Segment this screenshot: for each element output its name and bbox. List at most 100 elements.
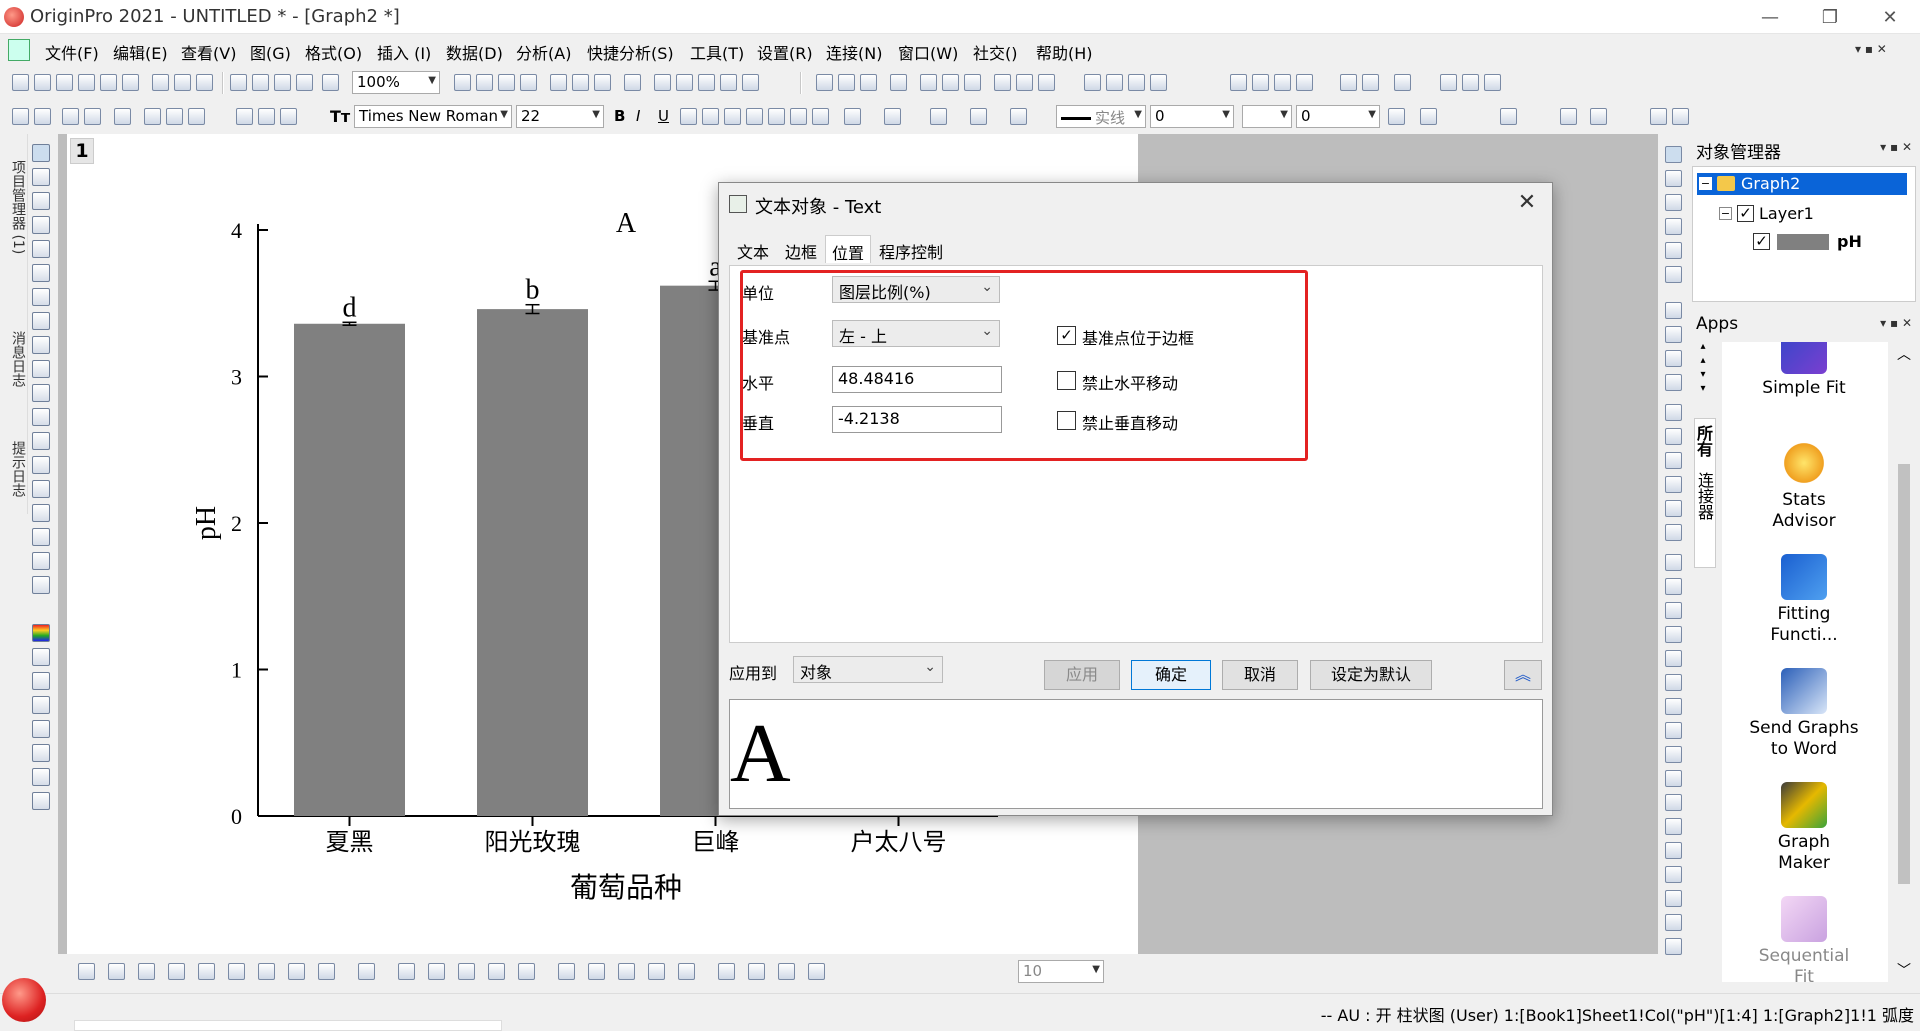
menu-file[interactable]: 文件(F): [45, 40, 99, 64]
export-icon[interactable]: [476, 74, 493, 91]
x-tick-label[interactable]: 巨峰: [692, 829, 740, 856]
set-column-values-icon[interactable]: [838, 74, 855, 91]
add-layer-icon[interactable]: [114, 108, 131, 125]
tab-text[interactable]: 文本: [731, 235, 775, 263]
set-error-icon[interactable]: [1150, 74, 1167, 91]
new-workbook-icon[interactable]: [34, 74, 51, 91]
data-reader-icon[interactable]: [676, 74, 693, 91]
insert-graph-icon[interactable]: [32, 504, 50, 522]
line-symbol-plot-icon[interactable]: [138, 963, 155, 980]
box-chart-icon[interactable]: [198, 963, 215, 980]
apply-to-select[interactable]: 对象 ⌄: [793, 656, 943, 683]
new-excel-icon[interactable]: [56, 74, 73, 91]
set-default-button[interactable]: 设定为默认: [1310, 660, 1432, 690]
zoom-combo[interactable]: 100% ▼: [352, 71, 440, 94]
greek-icon[interactable]: [746, 108, 763, 125]
new-graph-icon[interactable]: [78, 74, 95, 91]
save-template-icon[interactable]: [296, 74, 313, 91]
menu-format[interactable]: 格式(O): [305, 40, 362, 64]
set-z-icon[interactable]: [1128, 74, 1145, 91]
new-script-icon[interactable]: [196, 74, 213, 91]
position-7-icon[interactable]: [1665, 698, 1682, 715]
app-graph-maker[interactable]: Graph Maker: [1734, 782, 1874, 874]
graph-window-icon[interactable]: [8, 39, 30, 61]
increase-font-icon[interactable]: [768, 108, 785, 125]
scale-bar-icon[interactable]: [32, 696, 50, 714]
tree-graph-row[interactable]: − Graph2: [1697, 173, 1907, 195]
group-icon[interactable]: [1672, 108, 1689, 125]
x-tick-label[interactable]: 阳光玫瑰: [485, 829, 581, 856]
left-justify-icon[interactable]: [812, 108, 829, 125]
layer-2-icon[interactable]: [1665, 350, 1682, 367]
area-plot-icon[interactable]: [258, 963, 275, 980]
legend-icon[interactable]: [166, 108, 183, 125]
regional-select-icon[interactable]: [32, 312, 50, 330]
restore-button[interactable]: ❐: [1800, 0, 1860, 34]
line-width-combo[interactable]: 0 ▼: [1150, 105, 1234, 128]
app-sequential-fit[interactable]: Sequential Fit: [1734, 896, 1874, 982]
menu-settings[interactable]: 设置(R): [757, 40, 813, 64]
position-5-icon[interactable]: [1665, 650, 1682, 667]
underline-button[interactable]: U: [658, 107, 669, 125]
panel-controls[interactable]: ▾ ▪ ✕: [1880, 140, 1912, 154]
last-column-icon[interactable]: [1296, 74, 1313, 91]
arrange-icon[interactable]: [1665, 170, 1682, 187]
move-to-start-icon[interactable]: [1462, 74, 1479, 91]
sort-icon[interactable]: [860, 74, 877, 91]
layer-1-icon[interactable]: [1665, 326, 1682, 343]
move-down-icon[interactable]: [1362, 74, 1379, 91]
symbol-icon[interactable]: [1010, 108, 1027, 125]
group-objects-icon[interactable]: [558, 963, 575, 980]
apps-scrollbar[interactable]: ︿ ﹀: [1894, 344, 1914, 980]
prev-column-icon[interactable]: [1252, 74, 1269, 91]
grid-icon[interactable]: [1420, 108, 1437, 125]
add-column-icon[interactable]: [816, 74, 833, 91]
position-2-icon[interactable]: [1665, 578, 1682, 595]
app-stats-advisor[interactable]: Stats Advisor: [1734, 440, 1874, 532]
new-project-icon[interactable]: [12, 74, 29, 91]
data-cursor-icon[interactable]: [32, 264, 50, 282]
menu-graph[interactable]: 图(G): [250, 40, 291, 64]
layer-content-icon[interactable]: [34, 108, 51, 125]
rotate-icon[interactable]: [618, 963, 635, 980]
menu-analysis[interactable]: 分析(A): [516, 40, 571, 64]
code-builder-icon[interactable]: [550, 74, 567, 91]
line-color-icon[interactable]: [970, 108, 987, 125]
color-scale-icon[interactable]: [32, 624, 50, 642]
m-icon[interactable]: [1560, 108, 1577, 125]
tab-project-explorer[interactable]: 项目管理器 (1): [2, 142, 26, 272]
data-reader-tool-icon[interactable]: [32, 240, 50, 258]
set-y-icon[interactable]: [1106, 74, 1123, 91]
bar[interactable]: [477, 309, 588, 816]
layer-icon[interactable]: [12, 108, 29, 125]
statistics-icon[interactable]: [890, 74, 907, 91]
insert-table-icon[interactable]: [32, 528, 50, 546]
scroll-up-icon[interactable]: ︿: [1894, 344, 1914, 364]
tab-programming[interactable]: 程序控制: [873, 235, 949, 263]
move-right-icon[interactable]: [1394, 74, 1411, 91]
menu-window[interactable]: 窗口(W): [898, 40, 958, 64]
hand-tool-icon[interactable]: [32, 480, 50, 498]
decrease-font-icon[interactable]: [790, 108, 807, 125]
error-bar-icon[interactable]: [228, 963, 245, 980]
mask-icon[interactable]: [32, 336, 50, 354]
scroll-thumb[interactable]: [1898, 464, 1910, 884]
histogram-icon[interactable]: [964, 74, 981, 91]
align-right-icon[interactable]: [488, 963, 505, 980]
frame-all-icon[interactable]: [1665, 500, 1682, 517]
line-tool-icon[interactable]: [32, 432, 50, 450]
apps-scroll-arrows[interactable]: ▴ ▴ ▾ ▾: [1692, 340, 1714, 410]
menu-quick-analysis[interactable]: 快捷分析(S): [587, 40, 674, 64]
frame-right-icon[interactable]: [1665, 476, 1682, 493]
tab-message-log[interactable]: 消息日志: [2, 304, 26, 414]
clear-filter-icon[interactable]: [1016, 74, 1033, 91]
border-icon[interactable]: [1388, 108, 1405, 125]
menu-data[interactable]: 数据(D): [446, 40, 503, 64]
app-send-graphs-to-word[interactable]: Send Graphs to Word: [1734, 668, 1874, 760]
position-12-icon[interactable]: [1665, 818, 1682, 835]
flip-icon[interactable]: [648, 963, 665, 980]
fill-pattern-combo[interactable]: ▼: [1242, 105, 1292, 128]
template-library-icon[interactable]: [358, 963, 375, 980]
reapply-filter-icon[interactable]: [1038, 74, 1055, 91]
project-explorer-icon[interactable]: [594, 74, 611, 91]
